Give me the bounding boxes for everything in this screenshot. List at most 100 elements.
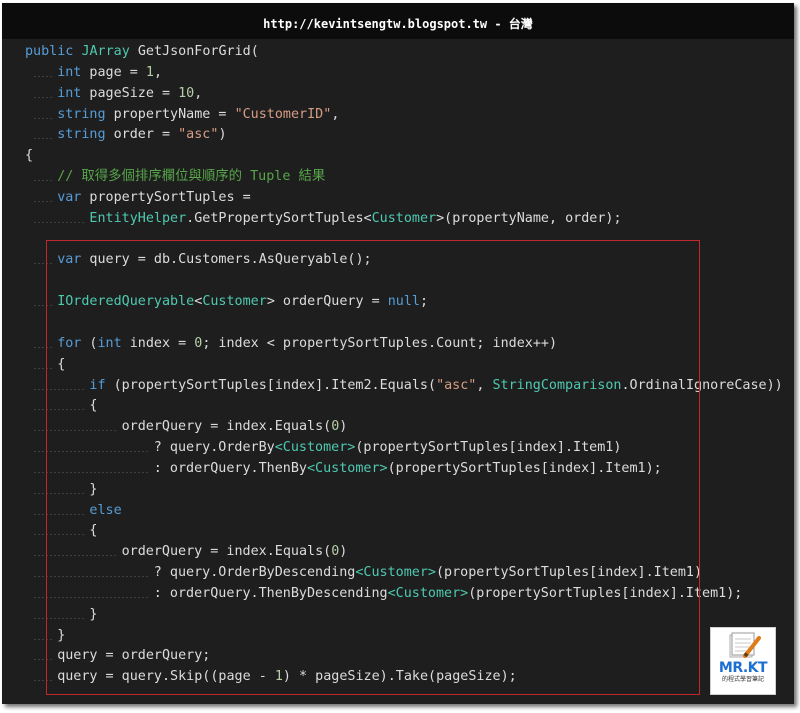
code-line: : orderQuery.ThenByDescending<Customer>(… <box>2 583 794 604</box>
code-token: ) <box>339 544 348 560</box>
indent-guide <box>33 451 150 453</box>
code-token: int <box>57 64 82 80</box>
indent-guide <box>33 471 150 473</box>
code-token: (propertySortTuples[index].Item2.Equals( <box>105 377 437 393</box>
code-token: , <box>153 64 162 80</box>
code-line: int page = 1, <box>2 62 794 83</box>
code-token: propertyName = <box>105 106 235 122</box>
code-token: : orderQuery.ThenByDescending <box>153 585 388 601</box>
code-text: { <box>25 145 33 166</box>
code-text: query = query.Skip((page - 1) * pageSize… <box>57 666 517 687</box>
code-token: int <box>57 85 82 101</box>
code-line: : orderQuery.ThenBy<Customer>(propertySo… <box>2 458 794 479</box>
code-line: var query = db.Customers.AsQueryable(); <box>2 249 794 270</box>
code-line: string order = "asc") <box>2 124 794 145</box>
code-token: var <box>57 189 82 205</box>
code-token: Customer <box>202 294 267 310</box>
code-token: { <box>25 148 34 164</box>
code-token: ? query.OrderByDescending <box>153 565 356 581</box>
code-token: > orderQuery = <box>266 294 388 310</box>
code-token: , <box>476 377 493 393</box>
blog-url-text: http://kevintsengtw.blogspot.tw - 台灣 <box>263 17 533 31</box>
code-text: { <box>57 354 65 375</box>
notebook-pen-logo-icon <box>729 632 761 658</box>
code-line: { <box>2 354 794 375</box>
code-token: { <box>57 356 66 372</box>
code-token: ) * pageSize).Take(pageSize); <box>282 669 517 685</box>
code-token: (propertySortTuples[index].Item1); <box>468 585 743 601</box>
code-text: var query = db.Customers.AsQueryable(); <box>57 249 371 270</box>
code-text: for (int index = 0; index < propertySort… <box>57 333 557 354</box>
indent-guide <box>33 659 54 661</box>
code-token: , <box>331 106 340 122</box>
code-text: query = orderQuery; <box>57 645 210 666</box>
indent-guide <box>33 430 118 432</box>
code-token: order = <box>105 127 179 143</box>
code-text: string order = "asc") <box>57 124 226 145</box>
code-block: public JArray GetJsonForGrid(int page = … <box>2 41 794 687</box>
code-line: orderQuery = index.Equals(0) <box>2 416 794 437</box>
code-line: ? query.OrderBy<Customer>(propertySortTu… <box>2 437 794 458</box>
indent-guide <box>33 180 54 182</box>
code-token: ) <box>218 127 227 143</box>
indent-guide <box>33 346 54 348</box>
code-text: } <box>89 479 97 500</box>
indent-guide <box>33 200 54 202</box>
indent-guide <box>33 680 54 682</box>
mrkt-logo: MR.KT 的程式學習筆記 <box>710 627 776 695</box>
code-token: query = db.Customers.AsQueryable(); <box>81 252 372 268</box>
code-token: } <box>89 481 98 497</box>
code-line: } <box>2 625 794 646</box>
code-line: EntityHelper.GetPropertySortTuples<Custo… <box>2 208 794 229</box>
indent-guide <box>33 263 54 265</box>
code-text: ? query.OrderByDescending<Customer>(prop… <box>154 562 702 583</box>
code-token: query = query.Skip((page - <box>57 669 275 685</box>
code-token: : orderQuery.ThenBy <box>153 460 307 476</box>
code-token: { <box>89 398 98 414</box>
code-token: <Customer> <box>306 460 388 476</box>
code-token: query = orderQuery; <box>57 648 211 664</box>
code-text: int page = 1, <box>57 62 162 83</box>
code-token: StringComparison <box>492 377 622 393</box>
code-token: } <box>57 627 66 643</box>
indent-guide <box>33 367 54 369</box>
code-line: } <box>2 479 794 500</box>
code-token: pageSize = <box>81 85 179 101</box>
code-token: ? query.OrderBy <box>153 440 275 456</box>
indent-guide <box>33 638 54 640</box>
code-text: orderQuery = index.Equals(0) <box>122 541 348 562</box>
code-text: if (propertySortTuples[index].Item2.Equa… <box>89 375 782 396</box>
code-line: else <box>2 500 794 521</box>
code-token: <Customer> <box>355 565 436 581</box>
code-token: >(propertyName, order); <box>436 210 622 226</box>
code-token: 10 <box>178 85 195 101</box>
code-token: JArray <box>81 44 130 59</box>
code-text: var propertySortTuples = <box>57 187 251 208</box>
code-token: ( <box>81 335 98 351</box>
indent-guide <box>33 534 86 536</box>
code-line: int pageSize = 10, <box>2 83 794 104</box>
code-token: orderQuery = index.Equals( <box>121 544 332 560</box>
indent-guide <box>33 117 54 119</box>
code-token: propertySortTuples = <box>81 189 251 205</box>
code-text: orderQuery = index.Equals(0) <box>122 416 348 437</box>
code-token: } <box>89 606 98 622</box>
code-token: public <box>25 44 74 59</box>
code-token: .OrdinalIgnoreCase)) <box>621 377 783 393</box>
code-token: string <box>57 127 106 143</box>
code-token: "asc" <box>436 377 477 393</box>
code-token: 1 <box>145 64 154 80</box>
logo-name: MR.KT <box>718 660 768 676</box>
indent-guide <box>33 513 86 515</box>
code-token: (propertySortTuples[index].Item1) <box>355 440 622 456</box>
code-line: if (propertySortTuples[index].Item2.Equa… <box>2 375 794 396</box>
code-token: EntityHelper <box>89 210 187 226</box>
indent-guide <box>33 96 54 98</box>
code-text: ? query.OrderBy<Customer>(propertySortTu… <box>154 437 622 458</box>
code-text: } <box>57 625 65 646</box>
code-token: ; <box>420 294 429 310</box>
indent-guide <box>33 75 54 77</box>
code-line: for (int index = 0; index < propertySort… <box>2 333 794 354</box>
